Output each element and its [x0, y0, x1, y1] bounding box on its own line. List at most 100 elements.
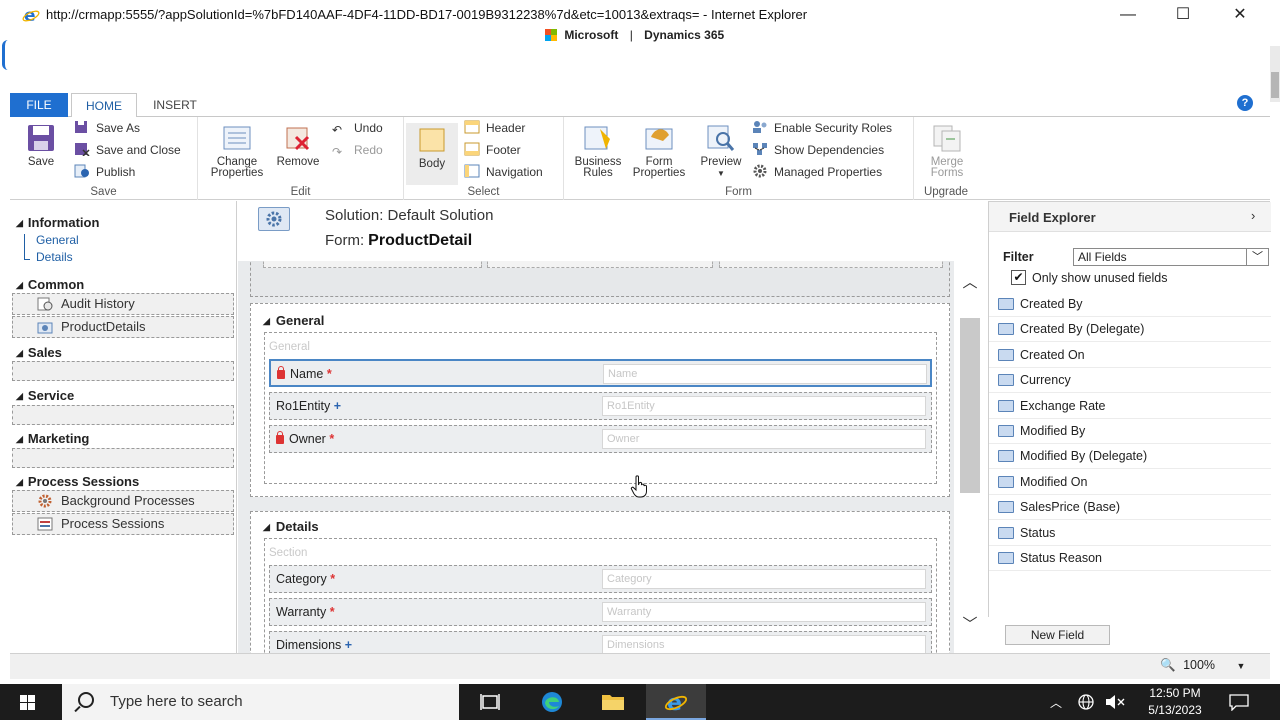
scroll-up-icon[interactable]: ︿ [962, 271, 978, 292]
merge-forms-button[interactable]: Merge Forms [920, 123, 974, 179]
body-icon [416, 125, 448, 155]
save-as-button[interactable]: Save As [74, 119, 140, 137]
field-ro1entity[interactable]: Ro1Entity + Ro1Entity [269, 392, 932, 420]
header-field-slot[interactable] [263, 261, 482, 268]
field-list-item[interactable]: Modified On [989, 470, 1271, 495]
zoom-control[interactable]: 🔍 100% ▼ [1160, 658, 1245, 673]
field-list-item[interactable]: Status Reason [989, 546, 1271, 571]
windows-start-icon[interactable] [20, 695, 36, 711]
field-ro1entity-input[interactable]: Ro1Entity [602, 396, 926, 416]
maximize-button[interactable]: ☐ [1163, 4, 1203, 26]
scroll-down-icon[interactable]: ﹀ [962, 613, 978, 634]
page-scrollbar-thumb[interactable] [1271, 72, 1279, 98]
navigation-button[interactable]: Navigation [464, 163, 543, 181]
taskbar-active-ie[interactable]: e [646, 684, 706, 720]
form-tab-general[interactable]: ◢ General General Name * Name Ro1Entity +… [250, 303, 950, 497]
form-properties-button[interactable]: Form Properties [628, 123, 690, 179]
form-tab-details[interactable]: ◢ Details Section Category * Category War… [250, 511, 950, 653]
field-warranty-input[interactable]: Warranty [602, 602, 926, 622]
section-general[interactable]: General Name * Name Ro1Entity + Ro1Entit… [264, 332, 937, 484]
nav-item-process-sessions[interactable]: Process Sessions [12, 513, 234, 535]
section-details[interactable]: Section Category * Category Warranty * W… [264, 538, 937, 653]
collapse-explorer-icon[interactable]: › [1251, 208, 1255, 223]
field-category-input[interactable]: Category [602, 569, 926, 589]
nav-group-process-sessions[interactable]: ◢ Process Sessions [16, 474, 139, 489]
section-general-title: General [269, 341, 310, 353]
nav-group-service[interactable]: ◢ Service [16, 388, 74, 403]
network-globe-icon[interactable] [1076, 693, 1096, 711]
field-list-item[interactable]: Created By [989, 292, 1271, 317]
field-dimensions[interactable]: Dimensions + Dimensions [269, 631, 932, 653]
new-field-button[interactable]: New Field [1005, 625, 1110, 645]
nav-group-sales[interactable]: ◢ Sales [16, 345, 62, 360]
field-name-input[interactable]: Name [603, 364, 927, 384]
file-explorer-icon[interactable] [601, 691, 625, 713]
field-warranty[interactable]: Warranty * Warranty [269, 598, 932, 626]
nav-item-product-details[interactable]: ProductDetails [12, 316, 234, 338]
save-and-close-button[interactable]: Save and Close [74, 141, 181, 159]
footer-button[interactable]: Footer [464, 141, 521, 159]
show-dependencies-button[interactable]: Show Dependencies [752, 141, 884, 159]
only-unused-checkbox[interactable]: ✔ [1011, 270, 1026, 285]
page-scrollbar[interactable] [1270, 46, 1280, 102]
nav-link-general[interactable]: General [36, 233, 79, 247]
publish-button[interactable]: Publish [74, 163, 135, 181]
field-list-item[interactable]: SalesPrice (Base) [989, 495, 1271, 521]
business-rules-button[interactable]: Business Rules [570, 123, 626, 179]
taskbar-clock-time[interactable]: 12:50 PM [1142, 686, 1208, 700]
volume-muted-icon[interactable] [1104, 693, 1126, 711]
filter-select[interactable]: All Fields ﹀ [1073, 248, 1269, 266]
form-canvas[interactable]: ◢ General General Name * Name Ro1Entity +… [238, 261, 954, 653]
undo-button[interactable]: ↶ Undo [332, 119, 383, 137]
taskbar-search-box[interactable]: Type here to search [62, 684, 459, 720]
field-owner[interactable]: Owner * Owner [269, 425, 932, 453]
change-properties-button[interactable]: Change Properties [206, 123, 268, 179]
minimize-button[interactable]: — [1108, 4, 1148, 26]
field-list-item[interactable]: Exchange Rate [989, 394, 1271, 419]
chevron-down-icon[interactable]: ﹀ [1246, 249, 1268, 265]
form-canvas-scrollbar-thumb[interactable] [960, 318, 980, 493]
field-category[interactable]: Category * Category [269, 565, 932, 593]
close-button[interactable]: ✕ [1220, 4, 1260, 26]
nav-item-audit-history[interactable]: Audit History [12, 293, 234, 315]
tab-insert[interactable]: INSERT [144, 93, 206, 117]
save-button[interactable]: Save [16, 123, 66, 168]
taskbar-clock-date[interactable]: 5/13/2023 [1138, 703, 1212, 717]
field-owner-input[interactable]: Owner [602, 429, 926, 449]
remove-button[interactable]: Remove [272, 123, 324, 168]
nav-group-marketing[interactable]: ◢ Marketing [16, 431, 89, 446]
header-field-slot[interactable] [487, 261, 713, 268]
field-list-item[interactable]: Created On [989, 343, 1271, 368]
form-header-area[interactable] [250, 261, 950, 297]
redo-button[interactable]: ↷ Redo [332, 141, 383, 159]
body-button[interactable]: Body [406, 123, 458, 185]
header-field-slot[interactable] [719, 261, 943, 268]
form-canvas-scrollbar[interactable]: ︿ ﹀ [954, 261, 986, 653]
field-list-item[interactable]: Status [989, 521, 1271, 546]
field-list-item[interactable]: Modified By (Delegate) [989, 444, 1271, 470]
field-list-item[interactable]: Modified By [989, 419, 1271, 444]
nav-link-details[interactable]: Details [36, 250, 73, 264]
tab-home[interactable]: HOME [71, 93, 137, 118]
field-list-item[interactable]: Currency [989, 368, 1271, 394]
tab-details-title[interactable]: ◢ Details [263, 519, 319, 534]
header-button[interactable]: Header [464, 119, 525, 137]
task-view-icon[interactable] [478, 691, 502, 713]
notifications-icon[interactable] [1228, 693, 1250, 712]
tab-general-title[interactable]: ◢ General [263, 313, 324, 328]
field-dimensions-input[interactable]: Dimensions [602, 635, 926, 653]
preview-button[interactable]: Preview ▼ [694, 123, 748, 179]
nav-group-information[interactable]: ◢ Information [16, 215, 99, 230]
help-icon[interactable]: ? [1237, 95, 1253, 111]
managed-properties-button[interactable]: Managed Properties [752, 163, 882, 181]
field-name[interactable]: Name * Name [269, 359, 932, 387]
nav-group-common[interactable]: ◢ Common [16, 277, 84, 292]
show-hidden-icons-icon[interactable]: ︿ [1050, 694, 1064, 710]
tab-file[interactable]: FILE [10, 93, 68, 117]
zoom-dropdown-icon[interactable]: ▼ [1237, 661, 1246, 671]
field-name-text: Name [290, 367, 324, 381]
enable-security-roles-button[interactable]: Enable Security Roles [752, 119, 892, 137]
edge-browser-icon[interactable] [540, 691, 564, 713]
nav-item-background-processes[interactable]: Background Processes [12, 490, 234, 512]
field-list-item[interactable]: Created By (Delegate) [989, 317, 1271, 343]
